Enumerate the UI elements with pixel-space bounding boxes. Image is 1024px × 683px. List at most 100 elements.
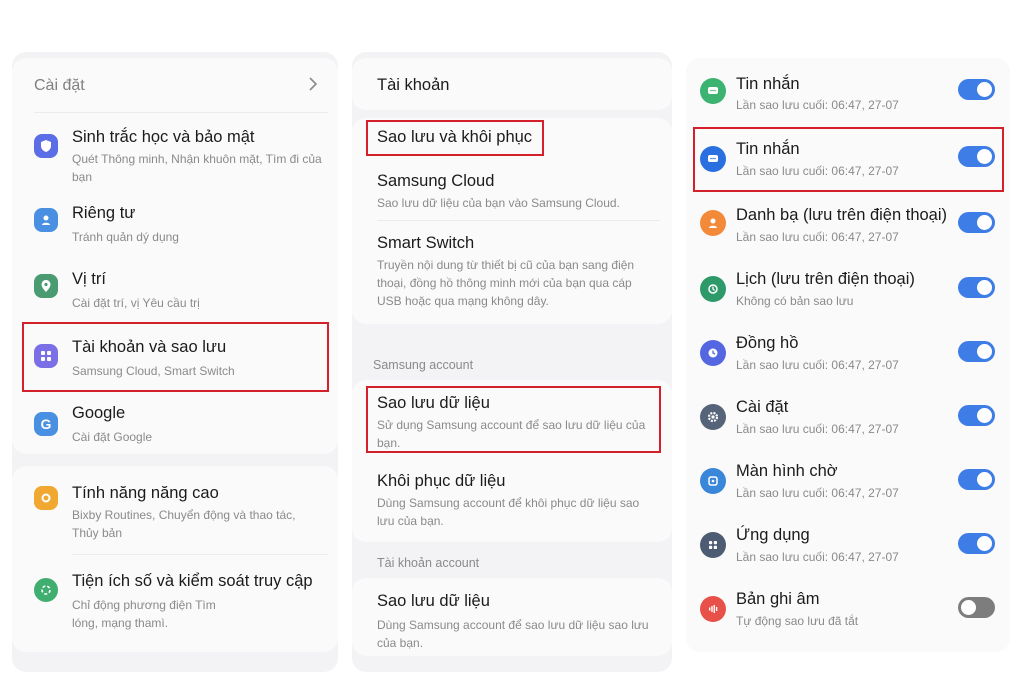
item-title: Ứng dụng bbox=[736, 526, 810, 544]
settings-card-main: Cài đặt Sinh trắc học và bảo mật Quét Th… bbox=[12, 58, 338, 454]
settings-item-location[interactable]: Vị trí Cài đặt trí, vị Yêu cầu trị bbox=[12, 258, 338, 322]
item-title: Màn hình chờ bbox=[736, 462, 838, 480]
settings-title: Cài đặt bbox=[34, 77, 85, 94]
backup-toggle[interactable] bbox=[958, 79, 995, 100]
backup-toggle[interactable] bbox=[958, 146, 995, 167]
messages-icon bbox=[700, 78, 726, 104]
settings-card-secondary: Tính năng năng cao Bixby Routines, Chuyể… bbox=[12, 466, 338, 652]
item-subtitle: Tự động sao lưu đã tắt bbox=[736, 614, 859, 628]
digital-wellbeing-icon bbox=[34, 578, 58, 602]
item-title: Sao lưu dữ liệu bbox=[377, 592, 490, 610]
google-icon: G bbox=[34, 412, 58, 436]
item-title: Google bbox=[72, 404, 126, 422]
item-title: Sinh trắc học và bảo mật bbox=[72, 128, 255, 146]
item-title: Tài khoản và sao lưu bbox=[72, 338, 227, 356]
shield-icon bbox=[34, 134, 58, 158]
location-icon bbox=[34, 274, 58, 298]
contacts-icon bbox=[700, 210, 726, 236]
app-row-clock[interactable]: Đồng hồ Lần sao lưu cuối: 06:47, 27-07 bbox=[686, 324, 1010, 386]
app-row-settings[interactable]: Cài đặt Lần sao lưu cuối: 06:47, 27-07 bbox=[686, 388, 1010, 450]
item-subtitle: Chỉ động phương điện Tìm lóng, mạng tham… bbox=[72, 598, 216, 630]
app-row-contacts[interactable]: Danh bạ (lưu trên điện thoại) Lần sao lư… bbox=[686, 196, 1010, 258]
item-title: Tiện ích số và kiểm soát truy cập bbox=[72, 572, 313, 590]
item-title: Tin nhắn bbox=[736, 140, 800, 158]
divider bbox=[377, 220, 660, 221]
accounts-title: Tài khoản bbox=[377, 76, 450, 94]
settings-item-accounts-backup[interactable]: Tài khoản và sao lưu Samsung Cloud, Smar… bbox=[12, 324, 338, 392]
calendar-icon bbox=[700, 276, 726, 302]
item-title: Vị trí bbox=[72, 270, 106, 288]
section-label-samsung-account: Samsung account bbox=[373, 358, 474, 372]
settings-item-biometrics[interactable]: Sinh trắc học và bảo mật Quét Thông minh… bbox=[12, 114, 338, 190]
samsung-cloud-item[interactable]: Samsung Cloud Sao lưu dữ liệu của bạn và… bbox=[352, 166, 672, 222]
settings-item-advanced-features[interactable]: Tính năng năng cao Bixby Routines, Chuyể… bbox=[12, 466, 338, 552]
backup-toggle[interactable] bbox=[958, 533, 995, 554]
item-subtitle: Bixby Routines, Chuyển động và thao tác,… bbox=[72, 508, 296, 540]
messages-icon bbox=[700, 146, 726, 172]
item-subtitle: Samsung Cloud, Smart Switch bbox=[72, 364, 235, 378]
backup-apps-panel: Tin nhắn Lần sao lưu cuối: 06:47, 27-07 … bbox=[686, 58, 1010, 652]
restore-data-item[interactable]: Khôi phục dữ liệu Dùng Samsung account đ… bbox=[352, 460, 672, 540]
settings-item-digital-wellbeing[interactable]: Tiện ích số và kiểm soát truy cập Chỉ độ… bbox=[12, 556, 338, 646]
item-title: Riêng tư bbox=[72, 204, 136, 222]
item-subtitle: Truyền nội dung từ thiết bị cũ của bạn s… bbox=[377, 258, 635, 308]
item-title: Danh bạ (lưu trên điện thoại) bbox=[736, 206, 948, 224]
apps-icon bbox=[700, 532, 726, 558]
backup-data-item[interactable]: Sao lưu dữ liệu Sử dụng Samsung account … bbox=[352, 380, 672, 456]
item-subtitle: Lần sao lưu cuối: 06:47, 27-07 bbox=[736, 164, 899, 178]
backup-card: Sao lưu và khôi phục Samsung Cloud Sao l… bbox=[352, 118, 672, 324]
item-title: Tin nhắn bbox=[736, 75, 800, 93]
settings-item-google[interactable]: G Google Cài đặt Google bbox=[12, 394, 338, 454]
app-row-home-screen[interactable]: Màn hình chờ Lần sao lưu cuối: 06:47, 27… bbox=[686, 452, 1010, 514]
backup-toggle[interactable] bbox=[958, 212, 995, 233]
item-title: Samsung Cloud bbox=[377, 172, 495, 190]
item-subtitle: Lần sao lưu cuối: 06:47, 27-07 bbox=[736, 486, 899, 500]
item-title: Đồng hồ bbox=[736, 334, 799, 352]
accounts-icon bbox=[34, 344, 58, 368]
item-subtitle: Không có bản sao lưu bbox=[736, 294, 854, 308]
backup-toggle[interactable] bbox=[958, 405, 995, 426]
backup-toggle[interactable] bbox=[958, 597, 995, 618]
settings-item-privacy[interactable]: Riêng tư Tránh quản dý dụng bbox=[12, 192, 338, 256]
item-subtitle: Sử dụng Samsung account để sao lưu dữ li… bbox=[377, 418, 646, 450]
settings-icon bbox=[700, 404, 726, 430]
item-title: Khôi phục dữ liệu bbox=[377, 472, 506, 490]
smart-switch-item[interactable]: Smart Switch Truyền nội dung từ thiết bị… bbox=[352, 222, 672, 322]
account-card: Sao lưu dữ liệu Dùng Samsung account để … bbox=[352, 578, 672, 656]
item-subtitle: Quét Thông minh, Nhận khuôn mặt, Tìm đi … bbox=[72, 152, 322, 184]
item-subtitle: Lần sao lưu cuối: 06:47, 27-07 bbox=[736, 358, 899, 372]
advanced-features-icon bbox=[34, 486, 58, 510]
backup-toggle[interactable] bbox=[958, 341, 995, 362]
item-title: Cài đặt bbox=[736, 398, 789, 416]
voice-recorder-icon bbox=[700, 596, 726, 622]
item-subtitle: Dùng Samsung account để sao lưu dữ liệu … bbox=[377, 618, 649, 650]
item-title: Tính năng năng cao bbox=[72, 484, 219, 502]
backup-toggle[interactable] bbox=[958, 277, 995, 298]
item-subtitle: Cài đặt trí, vị Yêu cầu trị bbox=[72, 296, 200, 310]
home-screen-icon bbox=[700, 468, 726, 494]
divider bbox=[72, 554, 328, 555]
backup-toggle[interactable] bbox=[958, 469, 995, 490]
item-subtitle: Lần sao lưu cuối: 06:47, 27-07 bbox=[736, 550, 899, 564]
divider bbox=[34, 112, 328, 113]
accounts-header-card: Tài khoản bbox=[352, 58, 672, 110]
clock-icon bbox=[700, 340, 726, 366]
backup-restore-item[interactable]: Sao lưu và khôi phục bbox=[352, 118, 672, 168]
app-row-calendar[interactable]: Lịch (lưu trên điện thoại) Không có bản … bbox=[686, 260, 1010, 322]
item-title: Smart Switch bbox=[377, 234, 475, 252]
item-title: Lịch (lưu trên điện thoại) bbox=[736, 270, 915, 288]
settings-header[interactable]: Cài đặt bbox=[12, 58, 338, 112]
item-subtitle: Lần sao lưu cuối: 06:47, 27-07 bbox=[736, 422, 899, 436]
section-label-account: Tài khoản account bbox=[377, 556, 480, 570]
app-row-voice-recorder[interactable]: Bản ghi âm Tự động sao lưu đã tắt bbox=[686, 580, 1010, 642]
app-row-messages-2[interactable]: Tin nhắn Lần sao lưu cuối: 06:47, 27-07 bbox=[686, 130, 1010, 192]
item-title: Sao lưu dữ liệu bbox=[377, 394, 490, 412]
samsung-account-card: Sao lưu dữ liệu Sử dụng Samsung account … bbox=[352, 380, 672, 542]
item-subtitle: Cài đặt Google bbox=[72, 430, 153, 444]
item-subtitle: Lần sao lưu cuối: 06:47, 27-07 bbox=[736, 230, 899, 244]
app-row-messages[interactable]: Tin nhắn Lần sao lưu cuối: 06:47, 27-07 bbox=[686, 66, 1010, 124]
backup-data-item-2[interactable]: Sao lưu dữ liệu Dùng Samsung account để … bbox=[352, 578, 672, 656]
item-subtitle: Dùng Samsung account để khôi phục dữ liệ… bbox=[377, 496, 640, 528]
app-row-apps[interactable]: Ứng dụng Lần sao lưu cuối: 06:47, 27-07 bbox=[686, 516, 1010, 578]
item-subtitle: Tránh quản dý dụng bbox=[72, 230, 179, 244]
